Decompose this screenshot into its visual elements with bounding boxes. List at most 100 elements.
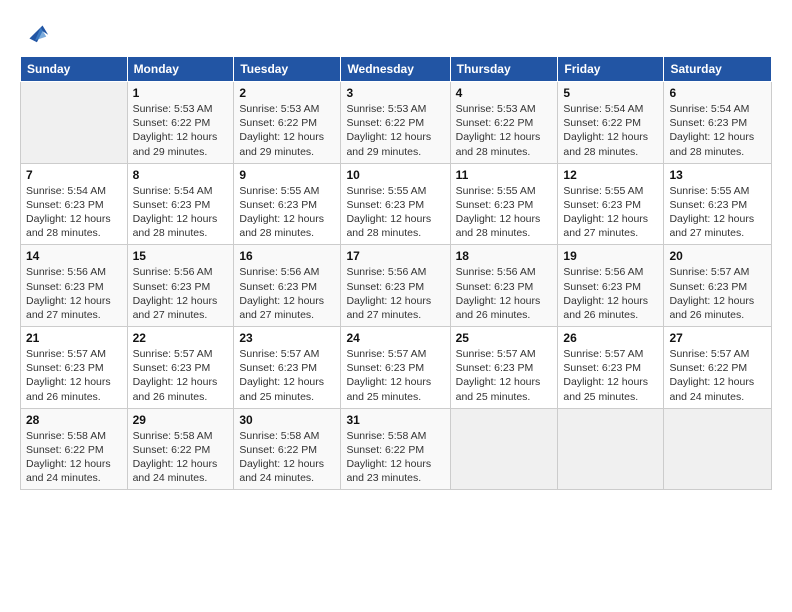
weekday-header: Monday (127, 57, 234, 82)
day-number: 16 (239, 249, 335, 263)
calendar-cell: 25Sunrise: 5:57 AM Sunset: 6:23 PM Dayli… (450, 327, 558, 409)
calendar-cell: 29 Sunrise: 5:58 AM Sunset: 6:22 PM Dayli… (127, 408, 234, 490)
calendar-body: 1 Sunrise: 5:53 AM Sunset: 6:22 PM Daylig… (21, 82, 772, 490)
calendar-cell: 18 Sunrise: 5:56 AM Sunset: 6:23 PM Dayli… (450, 245, 558, 327)
calendar-header-row: SundayMondayTuesdayWednesdayThursdayFrid… (21, 57, 772, 82)
calendar-cell: 9Sunrise: 5:55 AM Sunset: 6:23 PM Daylig… (234, 163, 341, 245)
day-number: 18 (456, 249, 553, 263)
day-number: 9 (239, 168, 335, 182)
day-number: 28 (26, 413, 122, 427)
day-number: 12 (563, 168, 658, 182)
day-info: Sunrise: 5:56 AM Sunset: 6:23 PM Dayligh… (456, 265, 553, 322)
day-number: 8 (133, 168, 229, 182)
day-number: 6 (669, 86, 766, 100)
day-info: Sunrise: 5:57 AM Sunset: 6:22 PM Dayligh… (669, 347, 766, 404)
calendar-cell: 10 Sunrise: 5:55 AM Sunset: 6:23 PM Dayli… (341, 163, 450, 245)
day-info: Sunrise: 5:56 AM Sunset: 6:23 PM Dayligh… (563, 265, 658, 322)
calendar-cell: 7 Sunrise: 5:54 AM Sunset: 6:23 PM Daylig… (21, 163, 128, 245)
calendar-week-row: 7 Sunrise: 5:54 AM Sunset: 6:23 PM Daylig… (21, 163, 772, 245)
day-number: 10 (346, 168, 444, 182)
calendar-cell: 28 Sunrise: 5:58 AM Sunset: 6:22 PM Dayli… (21, 408, 128, 490)
day-number: 29 (133, 413, 229, 427)
day-info: Sunrise: 5:55 AM Sunset: 6:23 PM Dayligh… (346, 184, 444, 241)
calendar-cell: 2 Sunrise: 5:53 AM Sunset: 6:22 PM Daylig… (234, 82, 341, 164)
weekday-header: Thursday (450, 57, 558, 82)
calendar-cell: 16 Sunrise: 5:56 AM Sunset: 6:23 PM Dayli… (234, 245, 341, 327)
day-info: Sunrise: 5:56 AM Sunset: 6:23 PM Dayligh… (239, 265, 335, 322)
day-number: 23 (239, 331, 335, 345)
page: SundayMondayTuesdayWednesdayThursdayFrid… (0, 0, 792, 500)
day-info: Sunrise: 5:58 AM Sunset: 6:22 PM Dayligh… (133, 429, 229, 486)
calendar-week-row: 21 Sunrise: 5:57 AM Sunset: 6:23 PM Dayli… (21, 327, 772, 409)
day-number: 3 (346, 86, 444, 100)
day-number: 22 (133, 331, 229, 345)
weekday-header: Friday (558, 57, 664, 82)
weekday-header: Tuesday (234, 57, 341, 82)
day-number: 11 (456, 168, 553, 182)
day-info: Sunrise: 5:57 AM Sunset: 6:23 PM Dayligh… (456, 347, 553, 404)
day-number: 27 (669, 331, 766, 345)
calendar-cell: 14 Sunrise: 5:56 AM Sunset: 6:23 PM Dayli… (21, 245, 128, 327)
calendar-cell: 24 Sunrise: 5:57 AM Sunset: 6:23 PM Dayli… (341, 327, 450, 409)
calendar-cell: 22 Sunrise: 5:57 AM Sunset: 6:23 PM Dayli… (127, 327, 234, 409)
calendar-cell: 4Sunrise: 5:53 AM Sunset: 6:22 PM Daylig… (450, 82, 558, 164)
calendar-cell: 19 Sunrise: 5:56 AM Sunset: 6:23 PM Dayli… (558, 245, 664, 327)
day-info: Sunrise: 5:57 AM Sunset: 6:23 PM Dayligh… (669, 265, 766, 322)
day-info: Sunrise: 5:54 AM Sunset: 6:23 PM Dayligh… (133, 184, 229, 241)
day-number: 26 (563, 331, 658, 345)
day-number: 2 (239, 86, 335, 100)
header (20, 18, 772, 46)
day-info: Sunrise: 5:56 AM Sunset: 6:23 PM Dayligh… (26, 265, 122, 322)
day-number: 31 (346, 413, 444, 427)
day-info: Sunrise: 5:57 AM Sunset: 6:23 PM Dayligh… (239, 347, 335, 404)
day-number: 19 (563, 249, 658, 263)
day-number: 24 (346, 331, 444, 345)
day-number: 7 (26, 168, 122, 182)
day-number: 5 (563, 86, 658, 100)
weekday-header: Wednesday (341, 57, 450, 82)
calendar-week-row: 1 Sunrise: 5:53 AM Sunset: 6:22 PM Daylig… (21, 82, 772, 164)
day-number: 14 (26, 249, 122, 263)
weekday-header: Sunday (21, 57, 128, 82)
day-info: Sunrise: 5:55 AM Sunset: 6:23 PM Dayligh… (563, 184, 658, 241)
day-number: 17 (346, 249, 444, 263)
calendar-cell: 27 Sunrise: 5:57 AM Sunset: 6:22 PM Dayli… (664, 327, 772, 409)
calendar-cell: 20 Sunrise: 5:57 AM Sunset: 6:23 PM Dayli… (664, 245, 772, 327)
calendar-cell: 21Sunrise: 5:57 AM Sunset: 6:23 PM Dayli… (21, 327, 128, 409)
calendar-cell: 11 Sunrise: 5:55 AM Sunset: 6:23 PM Dayli… (450, 163, 558, 245)
day-number: 4 (456, 86, 553, 100)
day-info: Sunrise: 5:55 AM Sunset: 6:23 PM Dayligh… (669, 184, 766, 241)
day-info: Sunrise: 5:57 AM Sunset: 6:23 PM Dayligh… (346, 347, 444, 404)
day-number: 1 (133, 86, 229, 100)
day-number: 21 (26, 331, 122, 345)
calendar-cell: 5 Sunrise: 5:54 AM Sunset: 6:22 PM Daylig… (558, 82, 664, 164)
day-info: Sunrise: 5:56 AM Sunset: 6:23 PM Dayligh… (346, 265, 444, 322)
calendar-cell: 17 Sunrise: 5:56 AM Sunset: 6:23 PM Dayli… (341, 245, 450, 327)
day-number: 30 (239, 413, 335, 427)
day-info: Sunrise: 5:56 AM Sunset: 6:23 PM Dayligh… (133, 265, 229, 322)
day-info: Sunrise: 5:58 AM Sunset: 6:22 PM Dayligh… (346, 429, 444, 486)
calendar-cell: 30 Sunrise: 5:58 AM Sunset: 6:22 PM Dayli… (234, 408, 341, 490)
calendar-week-row: 14 Sunrise: 5:56 AM Sunset: 6:23 PM Dayli… (21, 245, 772, 327)
calendar-cell (450, 408, 558, 490)
day-number: 20 (669, 249, 766, 263)
calendar: SundayMondayTuesdayWednesdayThursdayFrid… (20, 56, 772, 490)
day-info: Sunrise: 5:54 AM Sunset: 6:22 PM Dayligh… (563, 102, 658, 159)
day-info: Sunrise: 5:53 AM Sunset: 6:22 PM Dayligh… (346, 102, 444, 159)
day-info: Sunrise: 5:54 AM Sunset: 6:23 PM Dayligh… (669, 102, 766, 159)
day-info: Sunrise: 5:58 AM Sunset: 6:22 PM Dayligh… (239, 429, 335, 486)
calendar-cell (558, 408, 664, 490)
day-info: Sunrise: 5:53 AM Sunset: 6:22 PM Dayligh… (133, 102, 229, 159)
calendar-cell: 6 Sunrise: 5:54 AM Sunset: 6:23 PM Daylig… (664, 82, 772, 164)
day-info: Sunrise: 5:57 AM Sunset: 6:23 PM Dayligh… (133, 347, 229, 404)
logo-icon (22, 18, 50, 46)
weekday-header: Saturday (664, 57, 772, 82)
day-info: Sunrise: 5:53 AM Sunset: 6:22 PM Dayligh… (239, 102, 335, 159)
calendar-week-row: 28 Sunrise: 5:58 AM Sunset: 6:22 PM Dayli… (21, 408, 772, 490)
day-info: Sunrise: 5:54 AM Sunset: 6:23 PM Dayligh… (26, 184, 122, 241)
day-number: 15 (133, 249, 229, 263)
day-info: Sunrise: 5:58 AM Sunset: 6:22 PM Dayligh… (26, 429, 122, 486)
day-info: Sunrise: 5:55 AM Sunset: 6:23 PM Dayligh… (456, 184, 553, 241)
calendar-cell: 8 Sunrise: 5:54 AM Sunset: 6:23 PM Daylig… (127, 163, 234, 245)
day-number: 13 (669, 168, 766, 182)
